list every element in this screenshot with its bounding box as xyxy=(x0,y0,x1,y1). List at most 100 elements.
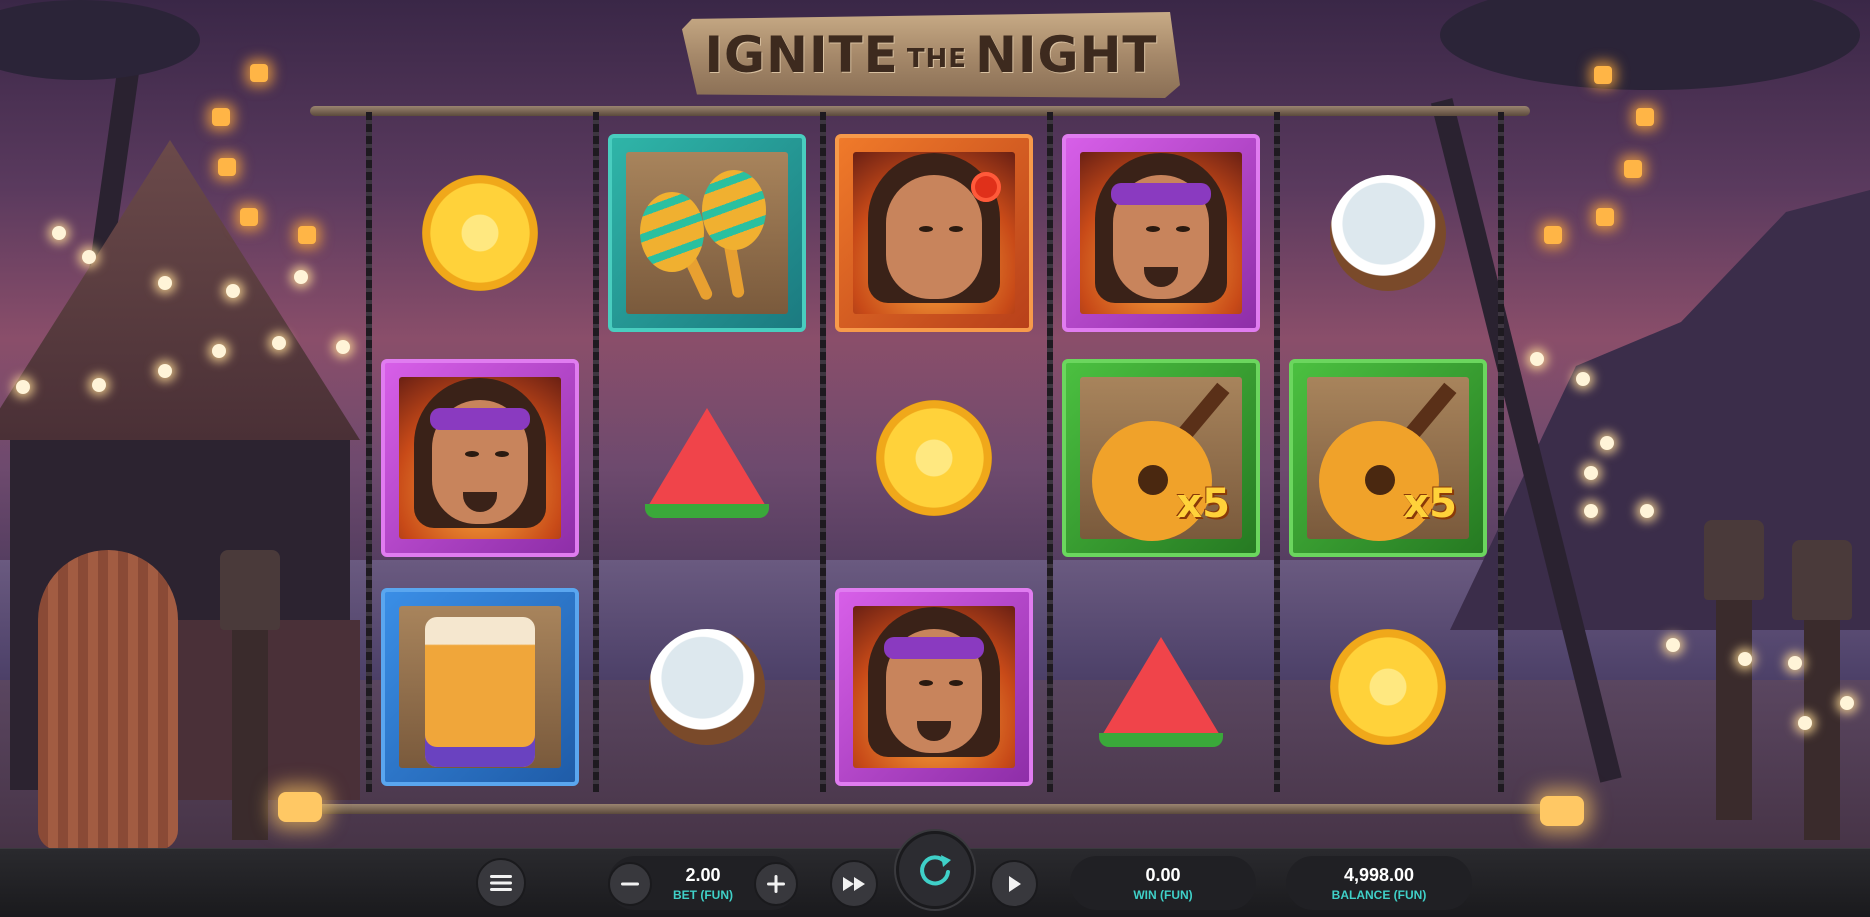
reel-5-row-2-guitar: x5 xyxy=(1283,353,1493,563)
string-light xyxy=(1530,352,1544,366)
string-light xyxy=(1798,716,1812,730)
refresh-icon xyxy=(920,855,951,886)
lantern xyxy=(1544,226,1562,244)
string-light xyxy=(16,380,30,394)
reel-4-row-1-man xyxy=(1056,128,1266,338)
bet-label: BET (FUN) xyxy=(673,887,733,902)
watermelon-icon xyxy=(1101,637,1221,737)
title-word-the: THE xyxy=(906,43,968,74)
string-light xyxy=(158,276,172,290)
string-light xyxy=(294,270,308,284)
chain-divider xyxy=(593,112,599,792)
lantern xyxy=(298,226,316,244)
minus-icon xyxy=(621,882,639,886)
reel-3-row-1-woman xyxy=(829,128,1039,338)
pineapple-icon xyxy=(876,400,992,516)
plus-icon xyxy=(767,875,785,893)
lantern xyxy=(218,158,236,176)
bottom-pole xyxy=(278,804,1584,814)
turbo-button[interactable] xyxy=(830,860,878,908)
reel-1-row-3-drum xyxy=(375,582,585,792)
string-light xyxy=(158,364,172,378)
pole-lamp xyxy=(278,792,322,822)
game-title: IGNITE THE NIGHT xyxy=(704,26,1157,84)
lantern xyxy=(212,108,230,126)
lantern xyxy=(1636,108,1654,126)
string-light xyxy=(1584,466,1598,480)
pineapple-icon xyxy=(1330,629,1446,745)
balance-value: 4,998.00 xyxy=(1343,864,1415,885)
chain-divider xyxy=(1047,112,1053,792)
palm-leaves-right xyxy=(1440,0,1860,90)
string-light xyxy=(52,226,66,240)
bet-value: 2.00 xyxy=(685,864,721,885)
string-light xyxy=(1666,638,1680,652)
tiki-torch-head xyxy=(220,550,280,630)
lantern xyxy=(1596,208,1614,226)
string-light xyxy=(1600,436,1614,450)
reel-4-row-3-watermelon xyxy=(1056,582,1266,792)
reel-2-row-3-coconut xyxy=(602,582,812,792)
drum-icon xyxy=(425,617,535,767)
autoplay-button[interactable] xyxy=(990,860,1038,908)
chain-divider xyxy=(366,112,372,792)
top-pole xyxy=(310,106,1530,116)
play-icon xyxy=(1009,876,1021,892)
spin-button[interactable] xyxy=(896,831,974,909)
string-light xyxy=(1584,504,1598,518)
maraca-icon xyxy=(640,192,704,272)
coconut-icon xyxy=(1330,175,1446,291)
string-light xyxy=(82,250,96,264)
tiki-torch-head xyxy=(1704,520,1764,600)
string-light xyxy=(272,336,286,350)
hamburger-icon xyxy=(490,875,512,891)
palm-leaves-left xyxy=(0,0,200,80)
title-word-ignite: IGNITE xyxy=(704,26,899,84)
reel-3-row-3-man xyxy=(829,582,1039,792)
pole-lamp xyxy=(1540,796,1584,826)
reel-3-row-2-pineapple xyxy=(829,353,1039,563)
bet-increase-button[interactable] xyxy=(754,862,798,906)
string-light xyxy=(212,344,226,358)
reel-4-row-2-guitar: x5 xyxy=(1056,353,1266,563)
lantern xyxy=(1594,66,1612,84)
string-light xyxy=(1640,504,1654,518)
multiplier-badge: x5 xyxy=(1403,481,1457,527)
reel-2-row-2-watermelon xyxy=(602,353,812,563)
watermelon-icon xyxy=(647,408,767,508)
lantern xyxy=(1624,160,1642,178)
maraca-icon xyxy=(702,170,766,250)
string-light xyxy=(1788,656,1802,670)
menu-button[interactable] xyxy=(476,858,526,908)
reel-5-row-1-coconut xyxy=(1283,128,1493,338)
tiki-torch xyxy=(1716,580,1752,820)
reel-2-row-1-maracas xyxy=(602,128,812,338)
string-light xyxy=(1840,696,1854,710)
string-light xyxy=(1738,652,1752,666)
win-value: 0.00 xyxy=(1145,864,1181,885)
balance-label: BALANCE (FUN) xyxy=(1331,887,1427,902)
hut-roof xyxy=(0,140,360,440)
string-light xyxy=(336,340,350,354)
string-light xyxy=(92,378,106,392)
lantern xyxy=(250,64,268,82)
fast-forward-icon xyxy=(843,877,865,891)
bet-decrease-button[interactable] xyxy=(608,862,652,906)
surfboard xyxy=(38,550,178,848)
tiki-torch-head xyxy=(1792,540,1852,620)
lantern xyxy=(240,208,258,226)
balance-panel: 4,998.00 BALANCE (FUN) xyxy=(1286,856,1472,910)
reel-1-row-1-pineapple xyxy=(375,128,585,338)
win-label: WIN (FUN) xyxy=(1133,887,1193,902)
game-title-sign: IGNITE THE NIGHT xyxy=(682,12,1180,98)
pineapple-icon xyxy=(422,175,538,291)
win-panel: 0.00 WIN (FUN) xyxy=(1070,856,1256,910)
flower-icon xyxy=(971,172,1001,202)
string-light xyxy=(226,284,240,298)
multiplier-badge: x5 xyxy=(1176,481,1230,527)
string-light xyxy=(1576,372,1590,386)
reel-5-row-3-pineapple xyxy=(1283,582,1493,792)
chain-divider xyxy=(820,112,826,792)
coconut-icon xyxy=(649,629,765,745)
title-word-night: NIGHT xyxy=(975,26,1158,84)
